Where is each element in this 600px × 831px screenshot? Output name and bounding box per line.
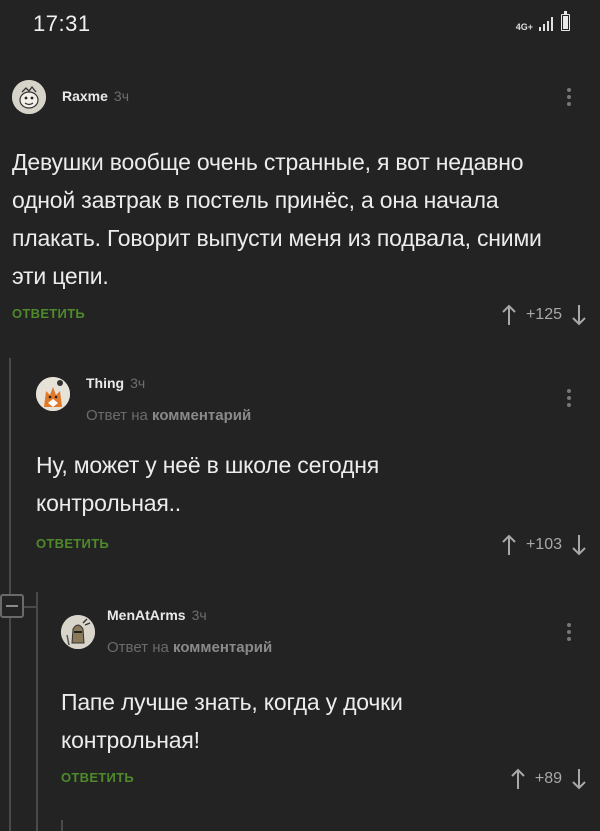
status-bar: 17:31 4G+ [0,0,600,52]
comment-score: +125 [525,306,562,323]
reply-button[interactable]: ОТВЕТИТЬ [61,770,134,785]
thread-line [61,820,63,831]
comment-text: Ну, может у неё в школе сегодня контроль… [36,452,379,516]
comment-actions: ОТВЕТИТЬ +89 [61,766,586,792]
knight-avatar-icon[interactable] [61,615,95,649]
comment-text: Девушки вообще очень странные, я вот нед… [12,149,542,289]
downvote-arrow-icon[interactable] [572,534,586,556]
author-name[interactable]: Thing [86,375,124,391]
vote-controls: +89 [511,766,586,792]
more-options-icon[interactable] [562,387,576,409]
comment: Raxme 3ч Девушки вообще очень странные, я… [12,80,586,330]
battery-icon [561,11,570,31]
comment-time: 3ч [130,375,146,391]
comment: Thing 3ч Ответ на комментарий Ну, может у… [36,373,586,563]
comment-score: +103 [525,536,562,553]
thread-line [36,592,38,831]
comment-time: 3ч [191,607,207,623]
reply-to-prefix: Ответ на [86,407,148,424]
downvote-arrow-icon[interactable] [572,304,586,326]
upvote-arrow-icon[interactable] [511,768,525,790]
fox-avatar-icon[interactable] [36,377,70,411]
vote-controls: +125 [502,302,586,328]
comment-text: Папе лучше знать, когда у дочки контроль… [61,689,403,753]
reply-to-link[interactable]: комментарий [173,639,272,656]
status-time: 17:31 [33,11,91,36]
status-icons: 4G+ [515,11,570,32]
more-options-icon[interactable] [562,621,576,643]
vote-controls: +103 [502,532,586,558]
comment-header: Thing 3ч Ответ на комментарий [36,373,586,424]
author-line: Raxme 3ч [62,88,129,106]
comment: MenAtArms 3ч Ответ на комментарий Папе лу… [61,605,586,795]
reply-button[interactable]: ОТВЕТИТЬ [36,536,109,551]
screen: 17:31 4G+ Raxme 3ч Девушки вообще очень … [0,0,600,831]
network-type-label: 4G+ [515,22,533,32]
downvote-arrow-icon[interactable] [572,768,586,790]
author-name[interactable]: MenAtArms [107,607,186,623]
upvote-arrow-icon[interactable] [502,534,516,556]
comment-time: 3ч [113,88,130,104]
reply-to-prefix: Ответ на [107,639,169,656]
comment-score: +89 [534,770,562,787]
collapse-thread-button[interactable] [0,594,24,618]
reply-button[interactable]: ОТВЕТИТЬ [12,306,85,321]
comment-actions: ОТВЕТИТЬ +125 [12,302,586,328]
author-line: MenAtArms 3ч [107,607,207,625]
reply-to-line: Ответ на комментарий [86,407,251,424]
upvote-arrow-icon[interactable] [502,304,516,326]
author-name[interactable]: Raxme [62,88,108,104]
signal-icon [539,17,553,31]
comment-header: Raxme 3ч [12,80,586,114]
more-options-icon[interactable] [562,86,576,108]
cartoon-avatar-icon[interactable] [12,80,46,114]
reply-to-line: Ответ на комментарий [107,639,272,656]
comment-header: MenAtArms 3ч Ответ на комментарий [61,605,586,656]
reply-to-link[interactable]: комментарий [152,407,251,424]
comment-actions: ОТВЕТИТЬ +103 [36,532,586,558]
author-line: Thing 3ч [86,375,145,393]
